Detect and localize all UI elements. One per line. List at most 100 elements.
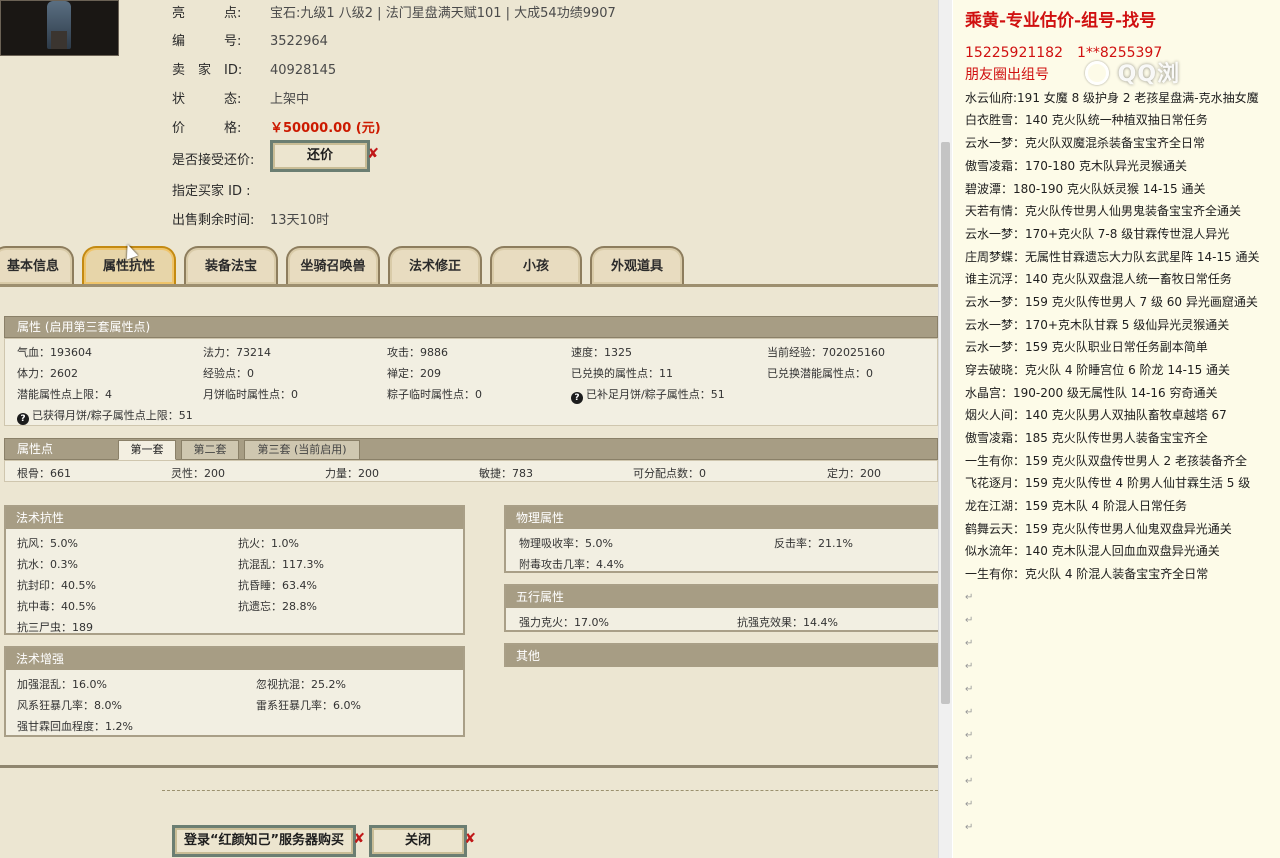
resist-cell: 抗三尸虫：189 <box>17 621 93 634</box>
help-icon[interactable]: ? <box>17 413 29 425</box>
boost-cell: 忽视抗混：25.2% <box>256 678 346 691</box>
doc-line: 庄周梦蝶：无属性甘霖遗忘大力队玄武星阵 14-15 通关 <box>965 250 1260 264</box>
price-label: 价 格: <box>172 121 242 136</box>
watermark-text: QQ浏 <box>1117 62 1181 87</box>
element-cell: 抗强克效果：14.4% <box>737 616 838 629</box>
doc-line: 云水一梦：159 克火队传世男人 7 级 60 异光画窟通关 <box>965 295 1258 309</box>
resist-cell: 抗风：5.0% <box>17 537 78 550</box>
resist-cell: 抗火：1.0% <box>238 537 299 550</box>
status-row: 状 态: 上架中 <box>172 88 309 107</box>
price-value: ￥50000.00 (元) <box>270 121 381 136</box>
divider <box>0 765 938 768</box>
point-cell: 灵性：200 <box>171 467 225 480</box>
id-label: 编 号: <box>172 34 242 49</box>
resist-cell: 抗混乱：117.3% <box>238 558 324 571</box>
boost-cell: 雷系狂暴几率：6.0% <box>256 699 361 712</box>
status-label: 状 态: <box>172 92 242 107</box>
time-row: 出售剩余时间: 13天10时 <box>172 209 329 228</box>
document-panel: 乘黄-专业估价-组号-找号 15225921182 1**8255397 朋友圈… <box>953 0 1280 858</box>
paragraph-mark: ↵ <box>965 799 974 810</box>
attr-cell: ? 已获得月饼/粽子属性点上限：51 <box>17 407 193 425</box>
game-trade-panel: 亮 点: 宝石:九级1 八级2 | 法门星盘满天赋101 | 大成54功绩9907… <box>0 0 938 858</box>
seller-label: 卖 家 ID: <box>172 63 243 78</box>
physical-cell: 物理吸收率：5.0% <box>519 537 613 550</box>
attributes-body: 气血：193604 法力：73214 攻击：9886 速度：1325 当前经验：… <box>4 338 938 426</box>
attr-cell: 攻击：9886 <box>387 346 448 359</box>
close-button[interactable]: 关闭 ✘ <box>369 825 476 857</box>
status-value: 上架中 <box>270 92 310 107</box>
attr-cell: 速度：1325 <box>571 346 632 359</box>
close-mark-icon: ✘ <box>353 831 365 847</box>
paragraph-mark: ↵ <box>965 776 974 787</box>
doc-line: 鹤舞云天：159 克火队传世男人仙鬼双盘异光通关 <box>965 522 1232 536</box>
attr-cell: 体力：2602 <box>17 367 78 380</box>
tab-child[interactable]: 小孩 <box>490 246 582 284</box>
doc-line: 白衣胜雪：140 克火队统一种植双抽日常任务 <box>965 113 1208 127</box>
subtab-set-1[interactable]: 第一套 <box>118 440 176 460</box>
point-cell: 敏捷：783 <box>479 467 533 480</box>
resist-cell: 抗封印：40.5% <box>17 579 96 592</box>
resist-cell: 抗遗忘：28.8% <box>238 600 317 613</box>
attr-cell: 气血：193604 <box>17 346 92 359</box>
paragraph-mark: ↵ <box>965 661 974 672</box>
other-box: 其他 <box>504 643 938 667</box>
help-icon[interactable]: ? <box>571 392 583 404</box>
tab-mounts-pets[interactable]: 坐骑召唤兽 <box>286 246 380 284</box>
buyer-row: 指定买家 ID : <box>172 180 270 199</box>
spell-boost-box: 法术增强 加强混乱：16.0% 忽视抗混：25.2% 风系狂暴几率：8.0% 雷… <box>4 646 465 737</box>
close-mark-icon: ✘ <box>367 146 379 162</box>
login-buy-label: 登录“红颜知己”服务器购买 <box>183 833 345 848</box>
doc-line: 似水流年：140 克木队混人回血血双盘异光通关 <box>965 544 1220 558</box>
vertical-scrollbar[interactable] <box>938 0 952 858</box>
doc-line: 傲雪凌霜：185 克火队传世男人装备宝宝齐全 <box>965 431 1208 445</box>
point-cell: 可分配点数：0 <box>633 467 706 480</box>
paragraph-mark: ↵ <box>965 638 974 649</box>
doc-line: 飞花逐月：159 克火队传世 4 阶男人仙甘霖生活 5 级 <box>965 476 1251 490</box>
seller-value: 40928145 <box>270 63 337 78</box>
attr-cell: 已兑换潜能属性点：0 <box>767 367 873 380</box>
attr-cell: 粽子临时属性点：0 <box>387 388 482 401</box>
id-value: 3522964 <box>270 34 328 49</box>
close-button-label: 关闭 <box>404 833 431 848</box>
counter-offer-button-label: 还价 <box>306 148 333 163</box>
scrollbar-thumb[interactable] <box>941 142 950 704</box>
spell-resist-box: 法术抗性 抗风：5.0% 抗火：1.0% 抗水：0.3% 抗混乱：117.3% … <box>4 505 465 635</box>
tab-appearance[interactable]: 外观道具 <box>590 246 684 284</box>
resist-cell: 抗昏睡：63.4% <box>238 579 317 592</box>
character-portrait <box>0 0 119 56</box>
points-title: 属性点 <box>17 442 54 456</box>
tab-spell-mods[interactable]: 法术修正 <box>388 246 482 284</box>
paragraph-mark: ↵ <box>965 592 974 603</box>
tab-equipment[interactable]: 装备法宝 <box>184 246 278 284</box>
doc-line: 水晶宫：190-200 级无属性队 14-16 穷奇通关 <box>965 386 1218 400</box>
attr-cell-text: 已获得月饼/粽子属性点上限：51 <box>32 409 193 422</box>
boost-cell: 强甘霖回血程度：1.2% <box>17 720 133 733</box>
resist-cell: 抗水：0.3% <box>17 558 78 571</box>
spell-resist-header: 法术抗性 <box>6 507 463 529</box>
doc-line: 穿去破晓：克火队 4 阶睡宫位 6 阶龙 14-15 通关 <box>965 363 1231 377</box>
attr-cell: 禅定：209 <box>387 367 441 380</box>
doc-line: 碧波潭：180-190 克火队妖灵猴 14-15 通关 <box>965 182 1206 196</box>
element-cell: 强力克火：17.0% <box>519 616 609 629</box>
physical-header: 物理属性 <box>506 507 938 529</box>
subtab-set-2[interactable]: 第二套 <box>181 440 239 460</box>
doc-subtitle: 朋友圈出组号 <box>965 67 1049 83</box>
paragraph-mark: ↵ <box>965 822 974 833</box>
doc-line: 云水一梦：克火队双魔混杀装备宝宝齐全日常 <box>965 136 1206 150</box>
attr-cell-text: 已补足月饼/粽子属性点：51 <box>586 388 725 401</box>
login-buy-button[interactable]: 登录“红颜知己”服务器购买 ✘ <box>172 825 365 857</box>
doc-line: 水云仙府:191 女魔 8 级护身 2 老孩星盘满-克水抽女魔 <box>965 91 1259 105</box>
other-header: 其他 <box>506 645 938 667</box>
physical-box: 物理属性 物理吸收率：5.0% 反击率：21.1% 附毒攻击几率：4.4% <box>504 505 938 573</box>
attr-cell: 月饼临时属性点：0 <box>203 388 298 401</box>
doc-line: 云水一梦：170+克火队 7-8 级甘霖传世混人异光 <box>965 227 1230 241</box>
doc-title: 乘黄-专业估价-组号-找号 <box>965 11 1157 31</box>
subtab-set-3[interactable]: 第三套 (当前启用) <box>244 440 360 460</box>
counter-offer-button[interactable]: 还价 ✘ <box>270 140 379 172</box>
price-row: 价 格: ￥50000.00 (元) <box>172 117 381 136</box>
doc-line: 一生有你：克火队 4 阶混人装备宝宝齐全日常 <box>965 567 1209 581</box>
tab-basic-info[interactable]: 基本信息 <box>0 246 74 284</box>
doc-line: 烟火人间：140 克火队男人双抽队畜牧卓越塔 67 <box>965 408 1227 422</box>
close-mark-icon: ✘ <box>464 831 476 847</box>
attr-cell: 经验点：0 <box>203 367 254 380</box>
